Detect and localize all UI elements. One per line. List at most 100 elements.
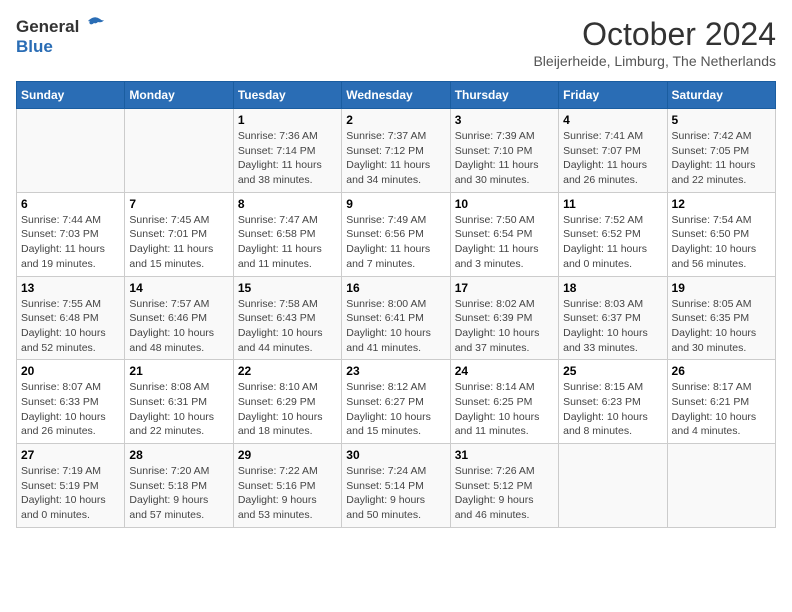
day-number: 12 xyxy=(672,197,771,211)
day-info: Sunrise: 8:03 AM Sunset: 6:37 PM Dayligh… xyxy=(563,297,662,356)
day-number: 10 xyxy=(455,197,554,211)
day-cell: 28 Sunrise: 7:20 AM Sunset: 5:18 PM Dayli… xyxy=(125,444,233,528)
day-number: 3 xyxy=(455,113,554,127)
day-info: Sunrise: 7:44 AM Sunset: 7:03 PM Dayligh… xyxy=(21,213,120,272)
day-info: Sunrise: 7:24 AM Sunset: 5:14 PM Dayligh… xyxy=(346,464,445,523)
day-number: 25 xyxy=(563,364,662,378)
day-header-monday: Monday xyxy=(125,82,233,109)
day-number: 15 xyxy=(238,281,337,295)
day-cell xyxy=(559,444,667,528)
day-cell: 13 Sunrise: 7:55 AM Sunset: 6:48 PM Dayli… xyxy=(17,276,125,360)
header-row: SundayMondayTuesdayWednesdayThursdayFrid… xyxy=(17,82,776,109)
day-number: 23 xyxy=(346,364,445,378)
day-number: 14 xyxy=(129,281,228,295)
logo-bird-icon xyxy=(82,16,104,37)
day-info: Sunrise: 7:37 AM Sunset: 7:12 PM Dayligh… xyxy=(346,129,445,188)
calendar-table: SundayMondayTuesdayWednesdayThursdayFrid… xyxy=(16,81,776,528)
day-info: Sunrise: 8:05 AM Sunset: 6:35 PM Dayligh… xyxy=(672,297,771,356)
logo-general: General xyxy=(16,17,79,37)
day-info: Sunrise: 7:20 AM Sunset: 5:18 PM Dayligh… xyxy=(129,464,228,523)
day-number: 2 xyxy=(346,113,445,127)
day-cell: 20Sunrise: 8:07 AM Sunset: 6:33 PM Dayli… xyxy=(17,360,125,444)
day-number: 6 xyxy=(21,197,120,211)
day-number: 31 xyxy=(455,448,554,462)
day-cell: 24Sunrise: 8:14 AM Sunset: 6:25 PM Dayli… xyxy=(450,360,558,444)
day-number: 9 xyxy=(346,197,445,211)
day-info: Sunrise: 7:26 AM Sunset: 5:12 PM Dayligh… xyxy=(455,464,554,523)
day-cell: 3Sunrise: 7:39 AM Sunset: 7:10 PM Daylig… xyxy=(450,109,558,193)
day-number: 11 xyxy=(563,197,662,211)
day-cell: 1Sunrise: 7:36 AM Sunset: 7:14 PM Daylig… xyxy=(233,109,341,193)
day-cell: 27 Sunrise: 7:19 AM Sunset: 5:19 PM Dayli… xyxy=(17,444,125,528)
day-info: Sunrise: 8:15 AM Sunset: 6:23 PM Dayligh… xyxy=(563,380,662,439)
day-cell: 23 Sunrise: 8:12 AM Sunset: 6:27 PM Dayli… xyxy=(342,360,450,444)
day-number: 13 xyxy=(21,281,120,295)
day-cell: 7 Sunrise: 7:45 AM Sunset: 7:01 PM Daylig… xyxy=(125,192,233,276)
day-number: 21 xyxy=(129,364,228,378)
day-info: Sunrise: 7:19 AM Sunset: 5:19 PM Dayligh… xyxy=(21,464,120,523)
day-cell: 8Sunrise: 7:47 AM Sunset: 6:58 PM Daylig… xyxy=(233,192,341,276)
day-cell: 14 Sunrise: 7:57 AM Sunset: 6:46 PM Dayli… xyxy=(125,276,233,360)
calendar-header: SundayMondayTuesdayWednesdayThursdayFrid… xyxy=(17,82,776,109)
day-header-tuesday: Tuesday xyxy=(233,82,341,109)
day-cell: 5Sunrise: 7:42 AM Sunset: 7:05 PM Daylig… xyxy=(667,109,775,193)
day-cell: 19Sunrise: 8:05 AM Sunset: 6:35 PM Dayli… xyxy=(667,276,775,360)
day-info: Sunrise: 7:45 AM Sunset: 7:01 PM Dayligh… xyxy=(129,213,228,272)
day-number: 7 xyxy=(129,197,228,211)
day-number: 4 xyxy=(563,113,662,127)
calendar-body: 1Sunrise: 7:36 AM Sunset: 7:14 PM Daylig… xyxy=(17,109,776,528)
day-header-saturday: Saturday xyxy=(667,82,775,109)
day-number: 28 xyxy=(129,448,228,462)
day-info: Sunrise: 7:58 AM Sunset: 6:43 PM Dayligh… xyxy=(238,297,337,356)
day-cell: 17 Sunrise: 8:02 AM Sunset: 6:39 PM Dayli… xyxy=(450,276,558,360)
day-cell: 26 Sunrise: 8:17 AM Sunset: 6:21 PM Dayli… xyxy=(667,360,775,444)
day-number: 17 xyxy=(455,281,554,295)
month-title: October 2024 xyxy=(533,16,776,53)
location: Bleijerheide, Limburg, The Netherlands xyxy=(533,53,776,69)
day-cell: 11 Sunrise: 7:52 AM Sunset: 6:52 PM Dayli… xyxy=(559,192,667,276)
day-info: Sunrise: 7:52 AM Sunset: 6:52 PM Dayligh… xyxy=(563,213,662,272)
day-number: 30 xyxy=(346,448,445,462)
day-cell: 22 Sunrise: 8:10 AM Sunset: 6:29 PM Dayli… xyxy=(233,360,341,444)
day-info: Sunrise: 8:17 AM Sunset: 6:21 PM Dayligh… xyxy=(672,380,771,439)
day-number: 22 xyxy=(238,364,337,378)
day-info: Sunrise: 7:54 AM Sunset: 6:50 PM Dayligh… xyxy=(672,213,771,272)
day-number: 20 xyxy=(21,364,120,378)
week-row-3: 13 Sunrise: 7:55 AM Sunset: 6:48 PM Dayli… xyxy=(17,276,776,360)
day-number: 26 xyxy=(672,364,771,378)
day-cell: 31 Sunrise: 7:26 AM Sunset: 5:12 PM Dayli… xyxy=(450,444,558,528)
day-cell xyxy=(125,109,233,193)
day-cell: 10 Sunrise: 7:50 AM Sunset: 6:54 PM Dayli… xyxy=(450,192,558,276)
day-cell: 2 Sunrise: 7:37 AM Sunset: 7:12 PM Daylig… xyxy=(342,109,450,193)
day-number: 18 xyxy=(563,281,662,295)
day-info: Sunrise: 7:49 AM Sunset: 6:56 PM Dayligh… xyxy=(346,213,445,272)
day-info: Sunrise: 7:57 AM Sunset: 6:46 PM Dayligh… xyxy=(129,297,228,356)
day-number: 5 xyxy=(672,113,771,127)
day-info: Sunrise: 7:55 AM Sunset: 6:48 PM Dayligh… xyxy=(21,297,120,356)
day-number: 24 xyxy=(455,364,554,378)
day-header-friday: Friday xyxy=(559,82,667,109)
day-number: 16 xyxy=(346,281,445,295)
day-number: 27 xyxy=(21,448,120,462)
day-number: 29 xyxy=(238,448,337,462)
day-info: Sunrise: 7:50 AM Sunset: 6:54 PM Dayligh… xyxy=(455,213,554,272)
day-cell: 15 Sunrise: 7:58 AM Sunset: 6:43 PM Dayli… xyxy=(233,276,341,360)
day-info: Sunrise: 8:10 AM Sunset: 6:29 PM Dayligh… xyxy=(238,380,337,439)
week-row-2: 6 Sunrise: 7:44 AM Sunset: 7:03 PM Daylig… xyxy=(17,192,776,276)
day-info: Sunrise: 8:00 AM Sunset: 6:41 PM Dayligh… xyxy=(346,297,445,356)
logo: General Blue xyxy=(16,16,104,57)
day-cell: 30 Sunrise: 7:24 AM Sunset: 5:14 PM Dayli… xyxy=(342,444,450,528)
day-cell: 12 Sunrise: 7:54 AM Sunset: 6:50 PM Dayli… xyxy=(667,192,775,276)
day-header-wednesday: Wednesday xyxy=(342,82,450,109)
week-row-5: 27 Sunrise: 7:19 AM Sunset: 5:19 PM Dayli… xyxy=(17,444,776,528)
day-cell: 18 Sunrise: 8:03 AM Sunset: 6:37 PM Dayli… xyxy=(559,276,667,360)
title-block: October 2024 Bleijerheide, Limburg, The … xyxy=(533,16,776,69)
day-cell: 16 Sunrise: 8:00 AM Sunset: 6:41 PM Dayli… xyxy=(342,276,450,360)
day-header-sunday: Sunday xyxy=(17,82,125,109)
day-cell: 21Sunrise: 8:08 AM Sunset: 6:31 PM Dayli… xyxy=(125,360,233,444)
day-info: Sunrise: 8:12 AM Sunset: 6:27 PM Dayligh… xyxy=(346,380,445,439)
day-cell: 4Sunrise: 7:41 AM Sunset: 7:07 PM Daylig… xyxy=(559,109,667,193)
day-number: 8 xyxy=(238,197,337,211)
week-row-1: 1Sunrise: 7:36 AM Sunset: 7:14 PM Daylig… xyxy=(17,109,776,193)
day-info: Sunrise: 8:02 AM Sunset: 6:39 PM Dayligh… xyxy=(455,297,554,356)
